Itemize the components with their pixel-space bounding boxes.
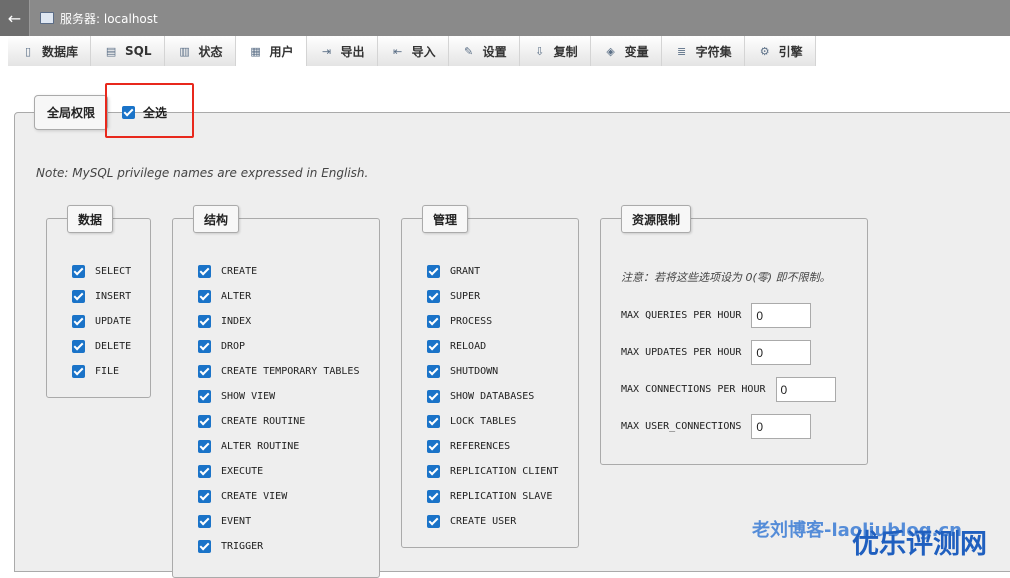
select-all-label: 全选 xyxy=(143,105,168,120)
privilege-event[interactable]: EVENT xyxy=(198,509,359,534)
privilege-process[interactable]: PROCESS xyxy=(427,309,558,334)
max-updates-input[interactable] xyxy=(751,340,812,365)
privilege-execute[interactable]: EXECUTE xyxy=(198,459,359,484)
privilege-delete[interactable]: DELETE xyxy=(72,334,131,359)
tab-sql[interactable]: ▤ SQL xyxy=(91,36,165,66)
resource-limits-note: 注意：若将这些选项设为 0(零) 即不限制。 xyxy=(621,271,831,284)
back-arrow-icon: ← xyxy=(7,8,22,28)
privilege-create[interactable]: CREATE xyxy=(198,259,359,284)
max-updates-row: MAX UPDATES PER HOUR xyxy=(621,340,812,365)
replication-icon: ⇩ xyxy=(534,44,545,58)
tab-databases[interactable]: ▯ 数据库 xyxy=(8,36,92,66)
privilege-replication-slave[interactable]: REPLICATION SLAVE xyxy=(427,484,558,509)
max-user-connections-input[interactable] xyxy=(751,414,812,439)
import-icon: ⇤ xyxy=(392,44,403,58)
tab-charsets[interactable]: ≣ 字符集 xyxy=(661,36,745,66)
structure-group-legend: 结构 xyxy=(193,205,240,233)
data-privileges-group: 数据 SELECT INSERT UPDATE DELETE FILE xyxy=(46,205,151,398)
privilege-drop[interactable]: DROP xyxy=(198,334,359,359)
tab-users[interactable]: ▦ 用户 xyxy=(235,36,307,66)
global-privileges-title: 全局权限 xyxy=(47,106,96,120)
max-queries-label: MAX QUERIES PER HOUR xyxy=(621,310,742,321)
tab-bar: ▯ 数据库 ▤ SQL ▥ 状态 ▦ 用户 ⇥ 导出 ⇤ 导入 ✎ 设置 ⇩ 复制 ◈ 变量 ≣ 字… xyxy=(8,36,816,66)
privilege-create-routine[interactable]: CREATE ROUTINE xyxy=(198,409,359,434)
privilege-create-view[interactable]: CREATE VIEW xyxy=(198,484,359,509)
users-icon: ▦ xyxy=(250,44,261,58)
admin-group-legend: 管理 xyxy=(422,205,469,233)
privilege-references[interactable]: REFERENCES xyxy=(427,434,558,459)
engine-icon: ⚙ xyxy=(759,44,770,58)
global-privileges-legend: 全局权限 xyxy=(34,95,109,130)
max-user-connections-label: MAX USER_CONNECTIONS xyxy=(621,421,742,432)
status-icon: ▥ xyxy=(179,44,190,58)
title-bar: ← 服务器: localhost xyxy=(0,0,1010,36)
privilege-alter-routine[interactable]: ALTER ROUTINE xyxy=(198,434,359,459)
privilege-super[interactable]: SUPER xyxy=(427,284,558,309)
privilege-note: Note: MySQL privilege names are expresse… xyxy=(36,166,369,180)
tab-status[interactable]: ▥ 状态 xyxy=(164,36,236,66)
tab-variables[interactable]: ◈ 变量 xyxy=(590,36,662,66)
sql-icon: ▤ xyxy=(105,44,117,58)
admin-privileges-group: 管理 GRANT SUPER PROCESS RELOAD SHUTDOWN S… xyxy=(401,205,579,548)
max-connections-row: MAX CONNECTIONS PER HOUR xyxy=(621,377,836,402)
tab-settings[interactable]: ✎ 设置 xyxy=(448,36,520,66)
privilege-show-databases[interactable]: SHOW DATABASES xyxy=(427,384,558,409)
privilege-shutdown[interactable]: SHUTDOWN xyxy=(427,359,558,384)
wrench-icon: ✎ xyxy=(463,44,474,58)
structure-privileges-group: 结构 CREATE ALTER INDEX DROP CREATE TEMPOR… xyxy=(172,205,380,578)
privilege-replication-client[interactable]: REPLICATION CLIENT xyxy=(427,459,558,484)
max-user-connections-row: MAX USER_CONNECTIONS xyxy=(621,414,812,439)
privilege-trigger[interactable]: TRIGGER xyxy=(198,534,359,559)
database-icon: ▯ xyxy=(24,44,32,58)
charset-icon: ≣ xyxy=(677,44,687,58)
privilege-create-temporary-tables[interactable]: CREATE TEMPORARY TABLES xyxy=(198,359,359,384)
max-queries-row: MAX QUERIES PER HOUR xyxy=(621,303,812,328)
privilege-lock-tables[interactable]: LOCK TABLES xyxy=(427,409,558,434)
back-button[interactable]: ← xyxy=(0,0,30,36)
admin-privilege-list: GRANT SUPER PROCESS RELOAD SHUTDOWN SHOW… xyxy=(427,259,558,534)
max-updates-label: MAX UPDATES PER HOUR xyxy=(621,347,742,358)
variables-icon: ◈ xyxy=(606,44,615,58)
export-icon: ⇥ xyxy=(321,44,332,58)
privilege-index[interactable]: INDEX xyxy=(198,309,359,334)
privilege-create-user[interactable]: CREATE USER xyxy=(427,509,558,534)
privilege-alter[interactable]: ALTER xyxy=(198,284,359,309)
server-title[interactable]: 服务器: localhost xyxy=(60,10,158,27)
watermark-site: 优乐评测网 xyxy=(852,529,987,560)
checkbox-checked[interactable] xyxy=(122,105,135,119)
privilege-update[interactable]: UPDATE xyxy=(72,309,131,334)
max-connections-input[interactable] xyxy=(775,377,836,402)
server-icon xyxy=(40,12,54,24)
privilege-file[interactable]: FILE xyxy=(72,359,131,384)
privilege-show-view[interactable]: SHOW VIEW xyxy=(198,384,359,409)
tab-export[interactable]: ⇥ 导出 xyxy=(306,36,378,66)
structure-privilege-list: CREATE ALTER INDEX DROP CREATE TEMPORARY… xyxy=(198,259,359,559)
resource-limits-group: 资源限制 注意：若将这些选项设为 0(零) 即不限制。 MAX QUERIES … xyxy=(600,205,868,465)
privilege-insert[interactable]: INSERT xyxy=(72,284,131,309)
select-all-checkbox[interactable]: 全选 xyxy=(122,103,167,121)
tab-import[interactable]: ⇤ 导入 xyxy=(377,36,449,66)
tab-engines[interactable]: ⚙ 引擎 xyxy=(744,36,816,66)
privilege-grant[interactable]: GRANT xyxy=(427,259,558,284)
resource-limits-legend: 资源限制 xyxy=(621,205,692,233)
privilege-reload[interactable]: RELOAD xyxy=(427,334,558,359)
privilege-select[interactable]: SELECT xyxy=(72,259,131,284)
data-privilege-list: SELECT INSERT UPDATE DELETE FILE xyxy=(72,259,131,384)
max-queries-input[interactable] xyxy=(751,303,812,328)
tab-replication[interactable]: ⇩ 复制 xyxy=(519,36,591,66)
max-connections-label: MAX CONNECTIONS PER HOUR xyxy=(621,384,766,395)
data-group-legend: 数据 xyxy=(67,205,114,233)
